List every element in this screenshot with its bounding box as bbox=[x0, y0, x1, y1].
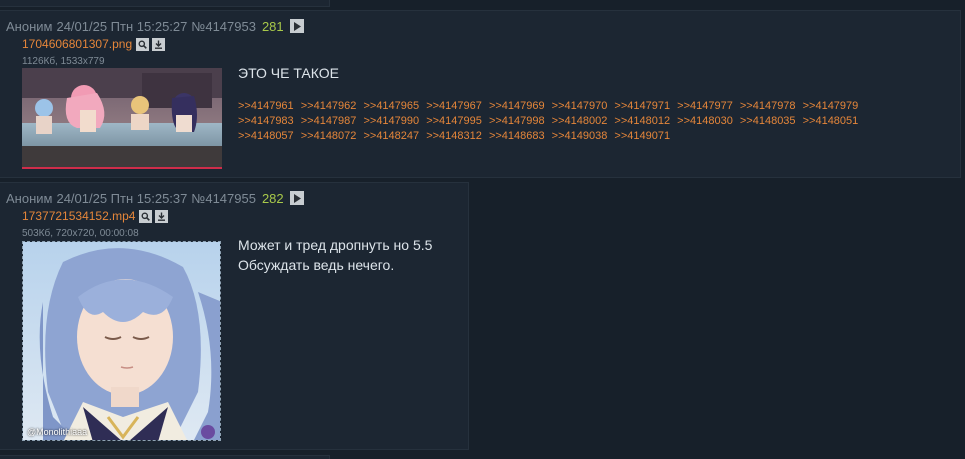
play-icon[interactable] bbox=[289, 191, 304, 205]
post-number[interactable]: №4147953 bbox=[191, 19, 256, 34]
reply-link[interactable]: >>4148683 bbox=[489, 130, 545, 142]
post-number[interactable]: №4147955 bbox=[191, 191, 256, 206]
reply-link[interactable]: >>4147998 bbox=[489, 115, 545, 127]
reply-link[interactable]: >>4147995 bbox=[426, 115, 482, 127]
reply-link[interactable]: >>4147962 bbox=[301, 100, 357, 112]
post-author: Аноним bbox=[6, 190, 53, 206]
post-4147955: Аноним 24/01/25 Птн 15:25:37 №4147955 28… bbox=[0, 182, 469, 450]
file-meta: 503Кб, 720x720, 00:00:08 bbox=[22, 228, 139, 239]
reply-link[interactable]: >>4147979 bbox=[803, 100, 859, 112]
next-post-edge bbox=[0, 455, 330, 459]
download-icon[interactable] bbox=[152, 37, 166, 51]
reply-link[interactable]: >>4147990 bbox=[363, 115, 419, 127]
post-date: 24/01/25 Птн 15:25:37 bbox=[56, 190, 188, 206]
post-header: Аноним 24/01/25 Птн 15:25:37 №4147955 28… bbox=[6, 190, 308, 206]
reply-link[interactable]: >>4147977 bbox=[677, 100, 733, 112]
previous-post-edge bbox=[0, 0, 330, 7]
reply-link[interactable]: >>4149038 bbox=[552, 130, 608, 142]
reply-link[interactable]: >>4147970 bbox=[552, 100, 608, 112]
download-icon[interactable] bbox=[155, 209, 169, 223]
reply-link[interactable]: >>4148247 bbox=[363, 130, 419, 142]
reply-link[interactable]: >>4147987 bbox=[301, 115, 357, 127]
reply-link[interactable]: >>4147983 bbox=[238, 115, 294, 127]
reply-link[interactable]: >>4149071 bbox=[614, 130, 670, 142]
video-watermark: @Monolithiaaa bbox=[27, 427, 88, 437]
image-thumbnail[interactable] bbox=[22, 68, 222, 169]
file-meta: 1126Кб, 1533x779 bbox=[22, 56, 105, 67]
post-message-line: Может и тред дропнуть но 5.5 bbox=[238, 237, 433, 253]
reply-link[interactable]: >>4148072 bbox=[301, 130, 357, 142]
post-ordinal: 281 bbox=[261, 18, 284, 34]
post-message-line: ЭТО ЧЕ ТАКОЕ bbox=[238, 65, 339, 81]
post-date: 24/01/25 Птн 15:25:27 bbox=[56, 18, 188, 34]
reply-link[interactable]: >>4148002 bbox=[552, 115, 608, 127]
reply-link[interactable]: >>4147978 bbox=[740, 100, 796, 112]
reply-link[interactable]: >>4147969 bbox=[489, 100, 545, 112]
post-author: Аноним bbox=[6, 18, 53, 34]
reply-links: >>4147961 >>4147962 >>4147965 >>4147967 … bbox=[238, 99, 898, 144]
post-message: ЭТО ЧЕ ТАКОЕ bbox=[238, 63, 339, 83]
reply-link[interactable]: >>4148012 bbox=[614, 115, 670, 127]
reply-link[interactable]: >>4148057 bbox=[238, 130, 294, 142]
reply-link[interactable]: >>4148312 bbox=[426, 130, 482, 142]
reply-link[interactable]: >>4148035 bbox=[740, 115, 796, 127]
reply-link[interactable]: >>4147965 bbox=[363, 100, 419, 112]
post-4147953: Аноним 24/01/25 Птн 15:25:27 №4147953 28… bbox=[0, 10, 961, 178]
search-icon[interactable] bbox=[136, 37, 150, 51]
file-line: 1737721534152.mp4 bbox=[22, 209, 171, 223]
post-message-line: Обсуждать ведь нечего. bbox=[238, 257, 395, 273]
reply-link[interactable]: >>4147961 bbox=[238, 100, 294, 112]
reply-link[interactable]: >>4147967 bbox=[426, 100, 482, 112]
post-message: Может и тред дропнуть но 5.5 Обсуждать в… bbox=[238, 235, 432, 275]
play-icon[interactable] bbox=[289, 19, 304, 33]
reply-link[interactable]: >>4148030 bbox=[677, 115, 733, 127]
reply-link[interactable]: >>4147971 bbox=[614, 100, 670, 112]
reply-link[interactable]: >>4148051 bbox=[803, 115, 859, 127]
file-link[interactable]: 1737721534152.mp4 bbox=[22, 209, 135, 223]
post-header: Аноним 24/01/25 Птн 15:25:27 №4147953 28… bbox=[6, 18, 308, 34]
search-icon[interactable] bbox=[139, 209, 153, 223]
post-ordinal: 282 bbox=[261, 190, 284, 206]
video-thumbnail[interactable]: @Monolithiaaa bbox=[22, 241, 221, 441]
file-link[interactable]: 1704606801307.png bbox=[22, 37, 132, 51]
file-line: 1704606801307.png bbox=[22, 37, 168, 51]
